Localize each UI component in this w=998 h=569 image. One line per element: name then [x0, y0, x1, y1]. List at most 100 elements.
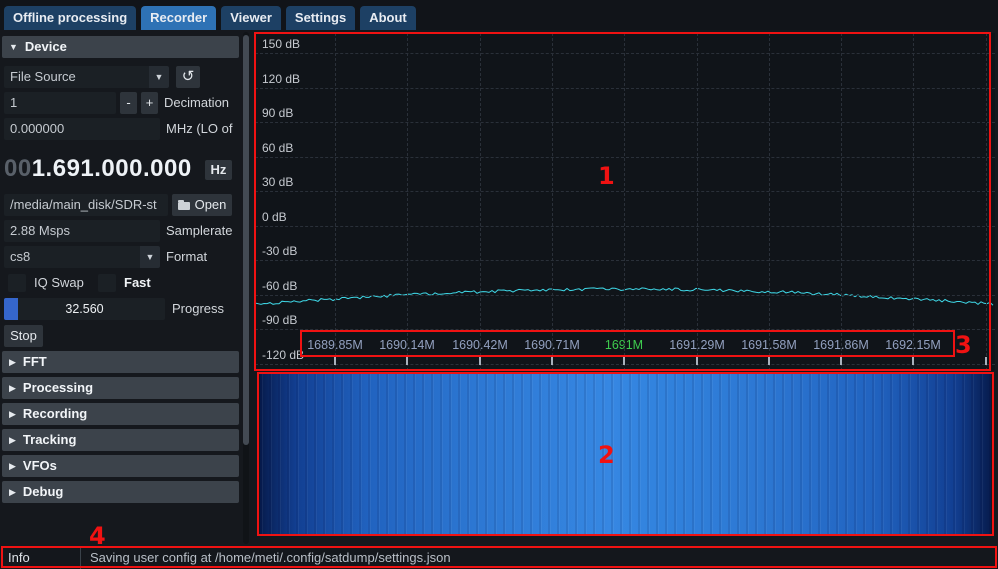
tab-about[interactable]: About: [360, 6, 416, 30]
tab-offline-processing[interactable]: Offline processing: [4, 6, 137, 30]
section-vfos[interactable]: ▶ VFOs: [2, 455, 239, 477]
tab-recorder[interactable]: Recorder: [141, 6, 217, 30]
section-debug[interactable]: ▶ Debug: [2, 481, 239, 503]
section-device-label: Device: [24, 39, 67, 54]
tab-settings[interactable]: Settings: [285, 6, 356, 30]
v-gridline: [407, 33, 408, 371]
chevron-right-icon: ▶: [9, 357, 16, 367]
status-level: Info: [8, 550, 30, 565]
section-fft[interactable]: ▶ FFT: [2, 351, 239, 373]
source-select-value: File Source: [10, 69, 76, 84]
status-message: Saving user config at /home/meti/.config…: [90, 550, 451, 565]
frequency-digits: 1.691.000.000: [31, 155, 192, 182]
freq-tick: [406, 357, 408, 365]
file-path-input[interactable]: /media/main_disk/SDR-st: [4, 194, 168, 216]
section-vfos-label: VFOs: [22, 458, 57, 473]
status-separator: [80, 547, 81, 569]
tab-bar: Offline processing Recorder Viewer Setti…: [0, 0, 998, 30]
section-recording[interactable]: ▶ Recording: [2, 403, 239, 425]
freq-tick: [768, 357, 770, 365]
chevron-right-icon: ▶: [9, 409, 16, 419]
sidebar-scrollbar: [243, 32, 249, 544]
h-gridline: [255, 260, 995, 261]
progress-bar: 32.560: [4, 298, 165, 320]
v-gridline: [697, 33, 698, 371]
chevron-down-icon: ▼: [149, 66, 169, 88]
db-axis-label: -90 dB: [262, 313, 298, 327]
open-file-button[interactable]: Open: [172, 194, 232, 216]
freq-tick: [334, 357, 336, 365]
chevron-down-icon: ▼: [140, 246, 160, 268]
open-file-label: Open: [194, 197, 227, 212]
freq-tick: [985, 357, 987, 365]
waterfall-display[interactable]: [260, 374, 991, 534]
fast-label: Fast: [124, 275, 151, 290]
refresh-sources-button[interactable]: ↺: [176, 66, 200, 88]
fft-spectrum-line: [255, 287, 994, 306]
sidebar: ▼ Device File Source ▼ ↺ 1 - + Decimation…: [0, 30, 250, 547]
db-axis-label: 150 dB: [262, 37, 301, 51]
source-select[interactable]: File Source ▼: [4, 66, 169, 88]
status-bar: Info Saving user config at /home/meti/.c…: [0, 547, 998, 569]
section-fft-label: FFT: [22, 354, 47, 369]
freq-tick: [696, 357, 698, 365]
h-gridline: [255, 122, 995, 123]
format-select[interactable]: cs8 ▼: [4, 246, 160, 268]
v-gridline: [913, 33, 914, 371]
frequency-display[interactable]: 001.691.000.000: [4, 153, 192, 185]
db-axis-label: 60 dB: [262, 141, 294, 155]
frequency-unit-button[interactable]: Hz: [205, 160, 232, 180]
chevron-right-icon: ▶: [9, 461, 16, 471]
h-gridline: [255, 157, 995, 158]
stop-button[interactable]: Stop: [4, 325, 43, 347]
iq-swap-checkbox[interactable]: [8, 274, 26, 292]
freq-tick: [479, 357, 481, 365]
h-gridline: [255, 295, 995, 296]
freq-tick: [623, 357, 625, 365]
folder-icon: [177, 200, 190, 210]
format-select-value: cs8: [10, 249, 31, 264]
h-gridline: [255, 53, 995, 54]
section-recording-label: Recording: [22, 406, 88, 421]
section-tracking[interactable]: ▶ Tracking: [2, 429, 239, 451]
db-axis-label: 120 dB: [262, 72, 301, 86]
frequency-dim-digits: 00: [4, 155, 32, 182]
section-processing[interactable]: ▶ Processing: [2, 377, 239, 399]
decimation-minus-button[interactable]: -: [120, 92, 137, 114]
v-gridline: [986, 33, 987, 371]
db-axis-label: 30 dB: [262, 175, 294, 189]
iq-swap-label: IQ Swap: [34, 275, 84, 290]
v-gridline: [335, 33, 336, 371]
h-gridline: [255, 364, 995, 365]
lo-offset-input[interactable]: 0.000000: [4, 118, 160, 140]
db-axis-label: -60 dB: [262, 279, 298, 293]
refresh-icon: ↺: [181, 68, 195, 85]
decimation-label: Decimation: [164, 95, 230, 110]
v-gridline: [480, 33, 481, 371]
fast-checkbox[interactable]: [98, 274, 116, 292]
db-axis-label: 90 dB: [262, 106, 294, 120]
db-axis-label: -30 dB: [262, 244, 298, 258]
decimation-plus-button[interactable]: +: [141, 92, 158, 114]
progress-value: 32.560: [65, 302, 104, 316]
samplerate-label: Samplerate: [166, 223, 233, 238]
decimation-input[interactable]: 1: [4, 92, 116, 114]
h-gridline: [255, 329, 995, 330]
freq-tick: [912, 357, 914, 365]
fft-spectrum-panel[interactable]: 150 dB 120 dB 90 dB 60 dB 30 dB 0 dB -30…: [255, 33, 995, 371]
app-window: Offline processing Recorder Viewer Setti…: [0, 0, 998, 569]
section-processing-label: Processing: [22, 380, 94, 395]
section-debug-label: Debug: [22, 484, 64, 499]
freq-tick: [551, 357, 553, 365]
chevron-right-icon: ▶: [9, 383, 16, 393]
samplerate-input[interactable]: 2.88 Msps: [4, 220, 160, 242]
v-gridline: [841, 33, 842, 371]
freq-tick: [840, 357, 842, 365]
progress-label: Progress: [172, 301, 225, 316]
sidebar-scrollbar-thumb[interactable]: [243, 35, 249, 445]
section-device[interactable]: ▼ Device: [2, 36, 239, 58]
tab-viewer[interactable]: Viewer: [221, 6, 281, 30]
v-gridline: [624, 33, 625, 371]
h-gridline: [255, 88, 995, 89]
db-axis-label: -120 dB: [262, 348, 305, 362]
